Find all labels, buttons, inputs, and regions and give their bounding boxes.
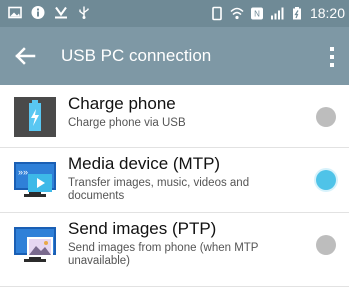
status-time: 18:20 — [309, 5, 345, 21]
option-title: Charge phone — [68, 94, 176, 113]
option-title: Send images (PTP) — [68, 219, 217, 238]
page-title: USB PC connection — [61, 46, 212, 65]
radio-media-device[interactable] — [316, 170, 336, 190]
wifi-icon — [230, 7, 244, 19]
option-subtitle: Transfer images, music, videos and docum… — [68, 177, 250, 202]
info-icon — [31, 6, 45, 19]
radio-send-images[interactable] — [316, 235, 336, 255]
usb-icon — [79, 6, 89, 19]
option-media-device[interactable]: »» Media device (MTP) Transfer images, m… — [0, 148, 349, 212]
svg-text:N: N — [254, 9, 260, 18]
status-right-icons: N 18:20 — [210, 5, 345, 21]
gallery-icon — [8, 6, 22, 19]
nfc-icon: N — [250, 7, 263, 19]
radio-charge-phone[interactable] — [316, 107, 336, 127]
status-bar: N 18:20 — [0, 0, 349, 27]
battery-charge-icon — [14, 97, 56, 137]
send-images-icon — [14, 227, 56, 262]
option-subtitle: Send images from phone (when MTP unavail… — [68, 242, 259, 267]
option-subtitle: Charge phone via USB — [68, 117, 186, 129]
download-icon — [55, 6, 67, 19]
back-arrow-icon[interactable] — [14, 45, 36, 67]
status-left-icons — [8, 5, 91, 20]
option-title: Media device (MTP) — [68, 154, 221, 173]
battery-icon — [292, 6, 301, 19]
vibrate-icon — [212, 6, 222, 20]
overflow-menu-icon[interactable] — [329, 46, 335, 68]
media-device-icon: »» — [14, 162, 56, 197]
svg-text:»»: »» — [18, 167, 28, 177]
app-bar: USB PC connection — [0, 27, 349, 85]
option-send-images[interactable]: Send images (PTP) Send images from phone… — [0, 213, 349, 277]
signal-icon — [270, 7, 284, 19]
divider — [0, 286, 349, 287]
option-charge-phone[interactable]: Charge phone Charge phone via USB — [0, 85, 349, 149]
